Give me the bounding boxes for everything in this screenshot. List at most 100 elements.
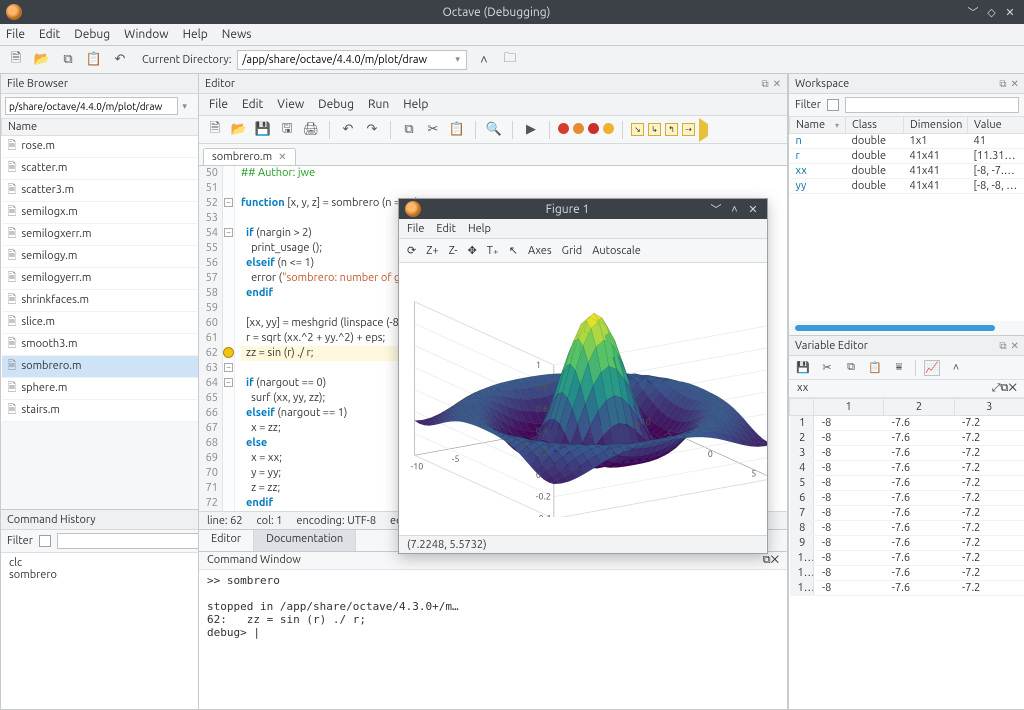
filter-checkbox[interactable] xyxy=(827,99,839,111)
minimize-icon[interactable]: ﹀ xyxy=(708,201,724,217)
menu-news[interactable]: News xyxy=(222,28,252,41)
axes-button[interactable]: Axes xyxy=(528,245,552,257)
var-row[interactable]: 12-8-7.6-7.2 xyxy=(790,581,1024,596)
breakpoint-clear-icon[interactable] xyxy=(603,123,614,137)
pan-icon[interactable]: ✥ xyxy=(468,244,477,257)
new-file-icon[interactable]: 🗎 xyxy=(6,50,26,70)
paste-icon[interactable]: 📋 xyxy=(867,360,883,376)
maximize-icon[interactable]: ˄ xyxy=(726,204,742,216)
panel-close-icon[interactable]: ✕ xyxy=(771,554,779,566)
step-icon[interactable]: ↘ xyxy=(631,123,644,136)
menu-window[interactable]: Window xyxy=(124,28,168,41)
redo-icon[interactable]: ↷ xyxy=(362,120,382,140)
step-over-icon[interactable]: ⇢ xyxy=(682,123,695,136)
history-item[interactable]: sombrero xyxy=(9,569,229,581)
grid-button[interactable]: Grid xyxy=(562,245,583,257)
autoscale-button[interactable]: Autoscale xyxy=(592,245,641,257)
undo-icon[interactable]: ↶ xyxy=(338,120,358,140)
paste-table-icon[interactable]: ⩸ xyxy=(891,360,907,376)
open-file-icon[interactable]: 📂 xyxy=(229,120,249,140)
var-row[interactable]: 8-8-7.6-7.2 xyxy=(790,521,1024,536)
scroll-indicator[interactable] xyxy=(795,325,995,331)
continue-icon[interactable] xyxy=(699,124,708,136)
zoom-out-button[interactable]: Z- xyxy=(449,245,458,257)
menu-file[interactable]: File xyxy=(6,28,25,41)
cut-icon[interactable]: ✂ xyxy=(819,360,835,376)
workspace-row[interactable]: ndouble1x141 xyxy=(790,134,1024,149)
step-out-icon[interactable]: ↰ xyxy=(665,123,678,136)
zoom-in-button[interactable]: Z+ xyxy=(426,245,438,257)
editor-menu-help[interactable]: Help xyxy=(403,98,428,111)
workspace-row[interactable]: rdouble41x41[11.314… xyxy=(790,149,1024,164)
save-icon[interactable]: 💾 xyxy=(795,360,811,376)
ws-col-dim[interactable]: Dimension xyxy=(904,117,968,134)
paste-icon[interactable]: 📋 xyxy=(447,120,467,140)
breakpoint-next-icon[interactable] xyxy=(588,123,599,137)
tab-documentation[interactable]: Documentation xyxy=(254,530,356,551)
up-icon[interactable]: ˄ xyxy=(948,360,964,376)
ws-col-value[interactable]: Value xyxy=(968,117,1024,134)
editor-menu-debug[interactable]: Debug xyxy=(318,98,354,111)
editor-menu-view[interactable]: View xyxy=(277,98,304,111)
undock-icon[interactable]: ⧉ xyxy=(761,78,768,90)
menu-help[interactable]: Help xyxy=(183,28,208,41)
rotate-icon[interactable]: ⟳ xyxy=(407,244,416,257)
find-icon[interactable]: 🔍 xyxy=(484,120,504,140)
panel-close-icon[interactable]: ✕ xyxy=(773,78,781,90)
tab-editor[interactable]: Editor xyxy=(199,530,254,551)
var-row[interactable]: 5-8-7.6-7.2 xyxy=(790,476,1024,491)
close-icon[interactable]: ✕ xyxy=(1009,382,1017,394)
menu-edit[interactable]: Edit xyxy=(39,28,60,41)
history-item[interactable]: clc xyxy=(9,557,229,569)
undock-icon[interactable]: ⧉ xyxy=(999,78,1006,90)
editor-tab[interactable]: sombrero.m ✕ xyxy=(203,148,296,165)
figure-window[interactable]: Figure 1 ﹀ ˄ ✕ File Edit Help ⟳ Z+ Z- xyxy=(398,198,768,554)
var-row[interactable]: 11-8-7.6-7.2 xyxy=(790,566,1024,581)
breakpoint-marker[interactable] xyxy=(223,347,234,358)
editor-menu-edit[interactable]: Edit xyxy=(242,98,263,111)
undock-icon[interactable]: ⧉ xyxy=(1001,382,1009,394)
step-in-icon[interactable]: ↳ xyxy=(648,123,661,136)
breakpoint-toggle-icon[interactable] xyxy=(558,123,569,137)
ws-col-class[interactable]: Class xyxy=(846,117,904,134)
cut-icon[interactable]: ✂ xyxy=(423,120,443,140)
copy-icon[interactable]: ⧉ xyxy=(843,360,859,376)
editor-menu-file[interactable]: File xyxy=(209,98,228,111)
up-dir-icon[interactable]: ˄ xyxy=(474,50,494,70)
var-row[interactable]: 7-8-7.6-7.2 xyxy=(790,506,1024,521)
paste-icon[interactable]: 📋 xyxy=(84,50,104,70)
var-row[interactable]: 9-8-7.6-7.2 xyxy=(790,536,1024,551)
figure-menu-help[interactable]: Help xyxy=(468,223,491,235)
var-col-2[interactable]: 2 xyxy=(884,399,954,416)
var-row[interactable]: 4-8-7.6-7.2 xyxy=(790,461,1024,476)
figure-menu-file[interactable]: File xyxy=(407,223,424,235)
copy-icon[interactable]: ⧉ xyxy=(58,50,78,70)
filter-checkbox[interactable] xyxy=(39,535,51,547)
plot-icon[interactable]: 📈 xyxy=(924,360,940,376)
filter-input[interactable] xyxy=(845,97,1019,113)
undo-icon[interactable]: ↶ xyxy=(110,50,130,70)
panel-close-icon[interactable]: ✕ xyxy=(1011,340,1019,352)
open-file-icon[interactable]: 📂 xyxy=(32,50,52,70)
browse-dir-icon[interactable]: 🗀 xyxy=(500,50,520,70)
plot-area[interactable]: 10.80.60.40.20-0.2-0.4-10-10-5-500551010 xyxy=(399,263,767,535)
save-all-icon[interactable]: 🖫 xyxy=(277,120,297,140)
undock-icon[interactable]: ⧉ xyxy=(999,340,1006,352)
command-window[interactable]: >> sombrero stopped in /app/share/octave… xyxy=(199,570,787,709)
workspace-row[interactable]: xxdouble41x41[-8, -7.6… xyxy=(790,164,1024,179)
run-icon[interactable]: ▶ xyxy=(521,120,541,140)
tab-close-icon[interactable]: ✕ xyxy=(278,151,286,163)
current-dir-input[interactable] xyxy=(237,50,467,70)
var-row[interactable]: 3-8-7.6-7.2 xyxy=(790,446,1024,461)
panel-close-icon[interactable]: ✕ xyxy=(1011,78,1019,90)
menu-debug[interactable]: Debug xyxy=(74,28,110,41)
ws-col-name[interactable]: Name▾ xyxy=(790,117,846,134)
close-icon[interactable]: ✕ xyxy=(745,203,761,216)
close-icon[interactable]: ✕ xyxy=(1002,6,1018,19)
var-row[interactable]: 10-8-7.6-7.2 xyxy=(790,551,1024,566)
var-col-1[interactable]: 1 xyxy=(814,399,884,416)
text-icon[interactable]: T₊ xyxy=(487,244,499,257)
restore-icon[interactable]: ⤢ xyxy=(992,382,1001,394)
new-file-icon[interactable]: 🗎 xyxy=(205,120,225,140)
select-icon[interactable]: ↖ xyxy=(509,244,518,257)
